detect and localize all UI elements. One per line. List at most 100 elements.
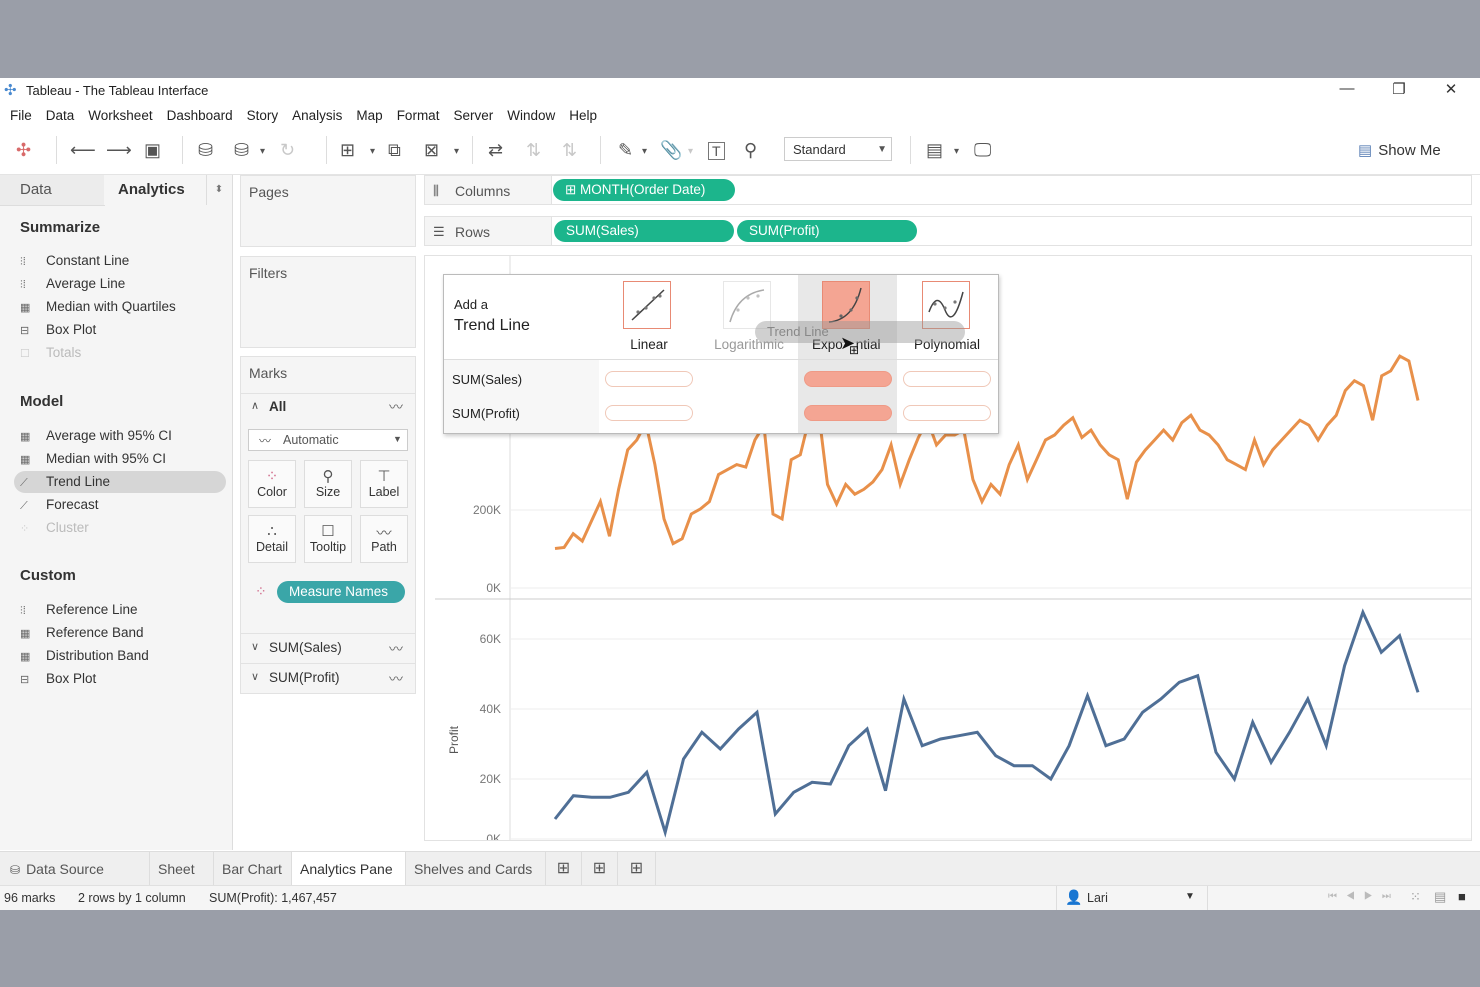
linear-label[interactable]: Linear <box>599 337 699 352</box>
size-button[interactable]: ⚲ Size <box>304 460 352 508</box>
new-dashboard-tab-icon[interactable]: ⊞ <box>582 852 618 886</box>
filmstrip-icon[interactable]: ▤ <box>1434 889 1446 905</box>
pane-menu-icon[interactable]: ⬍ <box>206 175 231 205</box>
linear-trend-icon[interactable] <box>623 281 671 329</box>
sort-ascending-icon[interactable]: ⇅ <box>526 140 541 161</box>
custom-box-plot-item[interactable]: ⊟ Box Plot <box>20 668 226 690</box>
menu-story[interactable]: Story <box>247 102 279 130</box>
undo-icon[interactable]: ⟵ <box>70 140 96 161</box>
linear-profit-drop-target[interactable] <box>605 405 693 421</box>
analytics-pane-tab[interactable]: Analytics Pane <box>292 852 406 886</box>
presentation-mode-icon[interactable]: 🖵 <box>974 140 991 161</box>
chevron-down-icon[interactable]: ▾ <box>954 146 959 157</box>
sheet1-tab[interactable]: Sheet 1 <box>150 852 214 910</box>
sum-sales-marks-row[interactable]: ∨ SUM(Sales) 〰 <box>241 633 415 662</box>
shelves-and-cards-tab[interactable]: Shelves and Cards <box>406 852 546 886</box>
forecast-item[interactable]: ⟋ Forecast <box>20 494 226 516</box>
average-95ci-item[interactable]: ▦ Average with 95% CI <box>20 425 226 447</box>
columns-shelf[interactable]: ⫼ Columns ⊞ MONTH(Order Date) <box>424 175 1472 205</box>
redo-icon[interactable]: ⟶ <box>106 140 132 161</box>
close-button[interactable]: ✕ <box>1436 80 1466 98</box>
median-95ci-item[interactable]: ▦ Median with 95% CI <box>20 448 226 470</box>
menu-dashboard[interactable]: Dashboard <box>167 102 233 130</box>
path-button[interactable]: 〰 Path <box>360 515 408 563</box>
fit-dropdown[interactable]: Standard ▼ <box>784 137 892 161</box>
exponential-sales-drop-target[interactable] <box>804 371 892 387</box>
show-cards-icon[interactable]: ▤ <box>926 140 943 161</box>
menu-format[interactable]: Format <box>397 102 440 130</box>
marks-all-row[interactable]: ∧ All 〰 <box>241 393 415 420</box>
median-quartiles-item[interactable]: ▦ Median with Quartiles <box>20 296 226 318</box>
totals-item[interactable]: ☐ Totals <box>20 342 226 364</box>
sum-profit-pill[interactable]: SUM(Profit) <box>737 220 917 242</box>
chevron-down-icon[interactable]: ▾ <box>642 146 647 157</box>
chevron-down-icon[interactable]: ▾ <box>370 146 375 157</box>
mark-type-dropdown[interactable]: 〰 Automatic ▼ <box>248 429 408 451</box>
reference-line-item[interactable]: ⫶⁞ Reference Line <box>20 599 226 621</box>
restore-button[interactable]: ❐ <box>1384 80 1414 98</box>
polynomial-sales-drop-target[interactable] <box>903 371 991 387</box>
new-worksheet-icon[interactable]: ⊞ <box>340 140 355 161</box>
line-mark-icon: 〰 <box>389 641 403 657</box>
reference-band-item[interactable]: ▦ Reference Band <box>20 622 226 644</box>
detail-button[interactable]: ∴ Detail <box>248 515 296 563</box>
line-mark-icon: 〰 <box>259 434 272 448</box>
data-source-tab[interactable]: ⛁ Data Source <box>0 852 150 886</box>
menu-map[interactable]: Map <box>356 102 382 130</box>
sum-sales-pill[interactable]: SUM(Sales) <box>554 220 734 242</box>
month-order-date-pill[interactable]: ⊞ MONTH(Order Date) <box>553 179 735 201</box>
constant-line-item[interactable]: ⫶⁞ Constant Line <box>20 250 226 272</box>
analytics-tab[interactable]: Analytics <box>104 175 204 205</box>
tooltip-button[interactable]: ☐ Tooltip <box>304 515 352 563</box>
polynomial-profit-drop-target[interactable] <box>903 405 991 421</box>
menu-worksheet[interactable]: Worksheet <box>88 102 152 130</box>
linear-sales-drop-target[interactable] <box>605 371 693 387</box>
menu-analysis[interactable]: Analysis <box>292 102 342 130</box>
show-me-label: Show Me <box>1378 142 1441 159</box>
new-worksheet-tab-icon[interactable]: ⊞ <box>546 852 582 886</box>
sheet-navigation-icons[interactable]: ⏮◀▶⏭ <box>1328 891 1400 902</box>
pause-updates-icon[interactable]: ⛁ <box>234 140 249 161</box>
chevron-down-icon[interactable]: ▾ <box>454 146 459 157</box>
average-line-item[interactable]: ⫶⁞ Average Line <box>20 273 226 295</box>
filters-card[interactable]: Filters <box>240 256 416 348</box>
distribution-band-item[interactable]: ▦ Distribution Band <box>20 645 226 667</box>
trend-line-item[interactable]: ⟋ Trend Line <box>14 471 226 493</box>
color-button[interactable]: ⁘ Color <box>248 460 296 508</box>
tableau-home-icon[interactable]: ✣ <box>16 140 31 161</box>
highlight-icon[interactable]: ✎ <box>618 140 633 161</box>
data-tab[interactable]: Data <box>0 175 105 206</box>
swap-rows-columns-icon[interactable]: ⇄ <box>488 140 503 161</box>
sum-profit-marks-row[interactable]: ∨ SUM(Profit) 〰 <box>241 663 415 692</box>
duplicate-sheet-icon[interactable]: ⧉ <box>388 140 401 161</box>
new-data-source-icon[interactable]: ⛁ <box>198 140 213 161</box>
show-mark-labels-icon[interactable]: T <box>708 142 725 160</box>
chevron-down-icon[interactable]: ▾ <box>688 146 693 157</box>
show-me-button[interactable]: ▤ Show Me <box>1358 141 1441 159</box>
measure-names-pill[interactable]: Measure Names <box>277 581 405 603</box>
menu-server[interactable]: Server <box>453 102 493 130</box>
box-plot-item[interactable]: ⊟ Box Plot <box>20 319 226 341</box>
label-button[interactable]: ⊤ Label <box>360 460 408 508</box>
sheet-sorter-icon[interactable]: ⁙ <box>1410 889 1421 905</box>
menu-help[interactable]: Help <box>569 102 597 130</box>
sort-descending-icon[interactable]: ⇅ <box>562 140 577 161</box>
group-members-icon[interactable]: 📎 <box>660 140 682 161</box>
exponential-profit-drop-target[interactable] <box>804 405 892 421</box>
menu-file[interactable]: File <box>10 102 32 130</box>
menu-data[interactable]: Data <box>46 102 75 130</box>
bar-chart-tab[interactable]: Bar Chart <box>214 852 292 886</box>
save-icon[interactable]: ▣ <box>144 140 161 161</box>
pages-card[interactable]: Pages <box>240 175 416 247</box>
fix-axes-icon[interactable]: ⚲ <box>744 140 757 161</box>
user-dropdown[interactable]: 👤 Lari ▼ <box>1056 886 1208 910</box>
clear-sheet-icon[interactable]: ⊠ <box>424 140 439 161</box>
new-story-tab-icon[interactable]: ⊞ <box>618 852 656 886</box>
tabs-view-icon[interactable]: ■ <box>1458 889 1466 904</box>
minimize-button[interactable]: — <box>1332 80 1362 97</box>
cluster-item[interactable]: ⁘ Cluster <box>20 517 226 539</box>
chevron-down-icon[interactable]: ▾ <box>260 146 265 157</box>
menu-window[interactable]: Window <box>507 102 555 130</box>
rows-shelf[interactable]: ☰ Rows SUM(Sales) SUM(Profit) <box>424 216 1472 246</box>
refresh-icon[interactable]: ↻ <box>280 140 295 161</box>
